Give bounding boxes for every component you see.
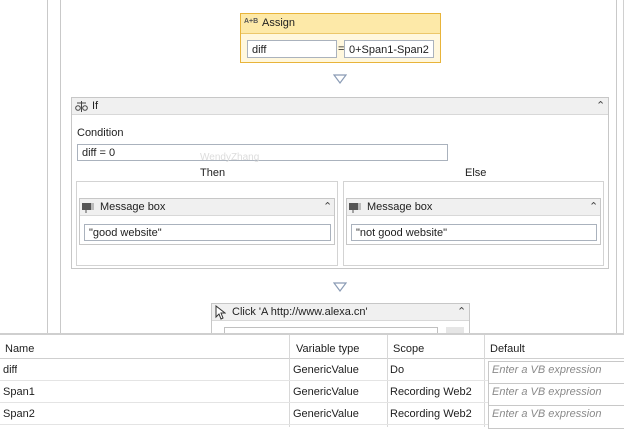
- variables-panel: Name Variable type Scope Default diff Ge…: [0, 333, 624, 429]
- assign-header[interactable]: A+B Assign: [241, 14, 440, 34]
- variable-name[interactable]: diff: [3, 364, 17, 376]
- default-expression-input[interactable]: Enter a VB expression: [488, 405, 624, 429]
- assign-activity[interactable]: A+B Assign diff = 0+Span1-Span2: [240, 13, 441, 63]
- workflow-designer-canvas[interactable]: A+B Assign diff = 0+Span1-Span2 If ⌃ Con…: [0, 0, 624, 334]
- else-label: Else: [465, 167, 487, 179]
- click-header[interactable]: Click 'A http://www.alexa.cn' ⌃: [212, 304, 469, 321]
- message-text-input-then[interactable]: "good website": [84, 224, 331, 241]
- click-activity[interactable]: Click 'A http://www.alexa.cn' ⌃: [211, 303, 470, 334]
- message-box-header-then[interactable]: Message box ⌃: [80, 199, 334, 216]
- sequence-border-right: [616, 0, 617, 333]
- variable-type[interactable]: GenericValue: [293, 408, 359, 420]
- message-text-input-else[interactable]: "not good website": [351, 224, 597, 241]
- variable-scope[interactable]: Recording Web2: [390, 408, 472, 420]
- table-row[interactable]: Span2 GenericValue Recording Web2 Enter …: [0, 403, 624, 429]
- message-box-activity-then[interactable]: Message box ⌃ "good website": [79, 198, 335, 245]
- variable-name[interactable]: Span1: [3, 386, 35, 398]
- message-box-title-then: Message box: [100, 201, 166, 213]
- table-row[interactable]: Span1 GenericValue Recording Web2 Enter …: [0, 381, 624, 407]
- collapse-icon[interactable]: ⌃: [596, 99, 605, 112]
- message-box-activity-else[interactable]: Message box ⌃ "not good website": [346, 198, 601, 245]
- column-header-variable-type[interactable]: Variable type: [296, 343, 359, 355]
- assign-value-field[interactable]: 0+Span1-Span2: [344, 40, 434, 58]
- message-box-title-else: Message box: [367, 201, 433, 213]
- condition-label: Condition: [77, 127, 124, 139]
- message-box-header-else[interactable]: Message box ⌃: [347, 199, 600, 216]
- condition-input[interactable]: diff = 0: [77, 144, 448, 161]
- variables-header-row: Name Variable type Scope Default: [0, 335, 624, 359]
- if-scale-icon: [75, 101, 88, 112]
- table-row[interactable]: diff GenericValue Do Enter a VB expressi…: [0, 359, 624, 385]
- if-header[interactable]: If ⌃: [72, 98, 608, 115]
- column-header-default[interactable]: Default: [490, 343, 525, 355]
- else-branch[interactable]: Message box ⌃ "not good website": [343, 181, 604, 266]
- drop-arrow-icon[interactable]: [333, 282, 347, 292]
- collapse-icon[interactable]: ⌃: [457, 305, 466, 318]
- watermark-text: WendyZhang: [200, 152, 260, 163]
- sequence-border-left: [47, 0, 48, 333]
- assign-title: Assign: [262, 17, 296, 29]
- if-activity[interactable]: If ⌃ Condition diff = 0 WendyZhang Then …: [71, 97, 609, 269]
- variable-type[interactable]: GenericValue: [293, 364, 359, 376]
- click-title: Click 'A http://www.alexa.cn': [232, 306, 368, 318]
- cursor-icon: [215, 305, 226, 320]
- if-title: If: [92, 100, 99, 112]
- assign-icon: A+B: [244, 18, 259, 25]
- then-label: Then: [200, 167, 226, 179]
- message-box-icon: [349, 203, 361, 213]
- then-branch[interactable]: Message box ⌃ "good website": [76, 181, 338, 266]
- message-box-icon: [82, 203, 94, 213]
- variable-type[interactable]: GenericValue: [293, 386, 359, 398]
- variable-scope[interactable]: Do: [390, 364, 404, 376]
- column-header-scope[interactable]: Scope: [393, 343, 424, 355]
- sequence-border-inner: [60, 0, 61, 333]
- collapse-icon[interactable]: ⌃: [323, 200, 332, 213]
- variable-scope[interactable]: Recording Web2: [390, 386, 472, 398]
- drop-arrow-icon[interactable]: [333, 74, 347, 84]
- column-header-name[interactable]: Name: [5, 343, 34, 355]
- collapse-icon[interactable]: ⌃: [589, 200, 598, 213]
- variable-name[interactable]: Span2: [3, 408, 35, 420]
- assign-to-field[interactable]: diff: [247, 40, 337, 58]
